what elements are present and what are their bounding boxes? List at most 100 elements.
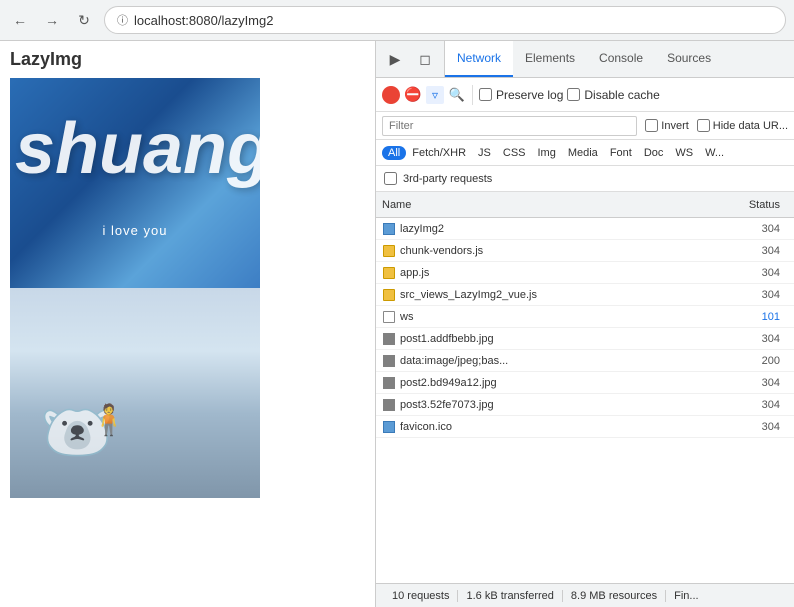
row-name-text: chunk-vendors.js — [400, 245, 728, 257]
row-name-text: post2.bd949a12.jpg — [400, 377, 728, 389]
hide-data-checkbox[interactable] — [697, 119, 710, 132]
invert-checkbox[interactable] — [645, 119, 658, 132]
filter-js[interactable]: JS — [472, 146, 497, 160]
person-icon: 🧍 — [90, 403, 127, 438]
row-status-text: 304 — [728, 289, 788, 301]
finish-time: Fin... — [666, 590, 706, 602]
col-name-header: Name — [382, 199, 728, 211]
filter-doc[interactable]: Doc — [638, 146, 670, 160]
row-name-text: favicon.ico — [400, 421, 728, 433]
img-file-icon — [382, 376, 396, 390]
row-name-text: data:image/jpeg;bas... — [400, 355, 728, 367]
browser-toolbar: ← → ↻ ⓘ localhost:8080/lazyImg2 — [0, 0, 794, 40]
tab-network[interactable]: Network — [445, 41, 513, 77]
tab-elements[interactable]: Elements — [513, 41, 587, 77]
winter-image: 🐻‍❄️ 🧍 — [10, 288, 260, 498]
devtools-toolbar: ⛔ ▿ 🔍 Preserve log Disable cache — [376, 78, 794, 112]
invert-label[interactable]: Invert — [645, 119, 689, 132]
third-party-text: 3rd-party requests — [403, 173, 492, 185]
invert-text: Invert — [661, 120, 689, 132]
main-area: LazyImg shuang i love you 🐻‍❄️ 🧍 ▶ ◻ — [0, 41, 794, 607]
tool-icons: ▶ ◻ — [376, 41, 445, 77]
url-text: localhost:8080/lazyImg2 — [134, 13, 273, 28]
js-file-icon — [382, 244, 396, 258]
search-button[interactable]: 🔍 — [448, 86, 466, 104]
img-file-icon — [382, 398, 396, 412]
reload-button[interactable]: ↻ — [72, 8, 96, 32]
filter-ws[interactable]: WS — [669, 146, 699, 160]
table-row[interactable]: lazyImg2304 — [376, 218, 794, 240]
row-status-text: 304 — [728, 223, 788, 235]
row-name-text: app.js — [400, 267, 728, 279]
back-button[interactable]: ← — [8, 8, 32, 32]
disable-cache-checkbox[interactable] — [567, 88, 580, 101]
js-file-icon — [382, 266, 396, 280]
table-row[interactable]: post2.bd949a12.jpg304 — [376, 372, 794, 394]
resource-filter: All Fetch/XHR JS CSS Img Media Font Doc … — [376, 140, 794, 166]
record-button[interactable] — [382, 86, 400, 104]
cursor-tool-button[interactable]: ▶ — [382, 46, 408, 72]
filter-media[interactable]: Media — [562, 146, 604, 160]
row-name-text: lazyImg2 — [400, 223, 728, 235]
table-row[interactable]: ws101 — [376, 306, 794, 328]
toolbar-divider — [472, 85, 473, 105]
love-text: i love you — [103, 223, 168, 238]
table-row[interactable]: app.js304 — [376, 262, 794, 284]
third-party-row: 3rd-party requests — [376, 166, 794, 192]
doc-file-icon — [382, 222, 396, 236]
preserve-log-checkbox[interactable] — [479, 88, 492, 101]
filter-font[interactable]: Font — [604, 146, 638, 160]
col-status-header: Status — [728, 199, 788, 211]
forward-button[interactable]: → — [40, 8, 64, 32]
clear-button[interactable]: ⛔ — [404, 86, 422, 104]
tab-console[interactable]: Console — [587, 41, 655, 77]
row-status-text: 304 — [728, 333, 788, 345]
disable-cache-label[interactable]: Disable cache — [567, 88, 659, 102]
filter-wasm[interactable]: W... — [699, 146, 730, 160]
filter-button[interactable]: ▿ — [426, 86, 444, 104]
disable-cache-text: Disable cache — [584, 88, 659, 102]
row-status-text: 101 — [728, 311, 788, 323]
row-name-text: src_views_LazyImg2_vue.js — [400, 289, 728, 301]
row-name-text: post1.addfbebb.jpg — [400, 333, 728, 345]
lock-icon: ⓘ — [117, 12, 128, 28]
network-table: lazyImg2304chunk-vendors.js304app.js304s… — [376, 218, 794, 583]
filter-img[interactable]: Img — [532, 146, 562, 160]
img-file-icon — [382, 354, 396, 368]
hide-data-label[interactable]: Hide data UR... — [697, 119, 788, 132]
third-party-checkbox[interactable] — [384, 172, 397, 185]
browser-chrome: ← → ↻ ⓘ localhost:8080/lazyImg2 — [0, 0, 794, 41]
row-status-text: 304 — [728, 245, 788, 257]
preserve-log-label[interactable]: Preserve log — [479, 88, 563, 102]
preserve-log-text: Preserve log — [496, 88, 563, 102]
shuang-text: shuang — [15, 108, 260, 190]
filter-fetch-xhr[interactable]: Fetch/XHR — [406, 146, 472, 160]
devtools-panel: ▶ ◻ Network Elements Console Sources ⛔ ▿… — [375, 41, 794, 607]
hide-data-text: Hide data UR... — [713, 120, 788, 132]
devtools-tabs: ▶ ◻ Network Elements Console Sources — [376, 41, 794, 78]
filter-bar: Invert Hide data UR... — [376, 112, 794, 140]
tab-sources[interactable]: Sources — [655, 41, 723, 77]
row-name-text: ws — [400, 311, 728, 323]
filter-input[interactable] — [382, 116, 637, 136]
row-name-text: post3.52fe7073.jpg — [400, 399, 728, 411]
table-row[interactable]: post3.52fe7073.jpg304 — [376, 394, 794, 416]
device-tool-button[interactable]: ◻ — [412, 46, 438, 72]
requests-count: 10 requests — [384, 590, 458, 602]
table-row[interactable]: chunk-vendors.js304 — [376, 240, 794, 262]
address-bar[interactable]: ⓘ localhost:8080/lazyImg2 — [104, 6, 786, 34]
page-content: LazyImg shuang i love you 🐻‍❄️ 🧍 — [0, 41, 375, 607]
status-bar: 10 requests 1.6 kB transferred 8.9 MB re… — [376, 583, 794, 607]
table-row[interactable]: src_views_LazyImg2_vue.js304 — [376, 284, 794, 306]
row-status-text: 304 — [728, 421, 788, 433]
filter-css[interactable]: CSS — [497, 146, 532, 160]
table-row[interactable]: post1.addfbebb.jpg304 — [376, 328, 794, 350]
doc-file-icon — [382, 420, 396, 434]
table-header: Name Status — [376, 192, 794, 218]
table-row[interactable]: favicon.ico304 — [376, 416, 794, 438]
row-status-text: 200 — [728, 355, 788, 367]
blue-image: shuang i love you — [10, 78, 260, 288]
filter-all[interactable]: All — [382, 146, 406, 160]
image-1: shuang i love you — [10, 78, 260, 288]
table-row[interactable]: data:image/jpeg;bas...200 — [376, 350, 794, 372]
